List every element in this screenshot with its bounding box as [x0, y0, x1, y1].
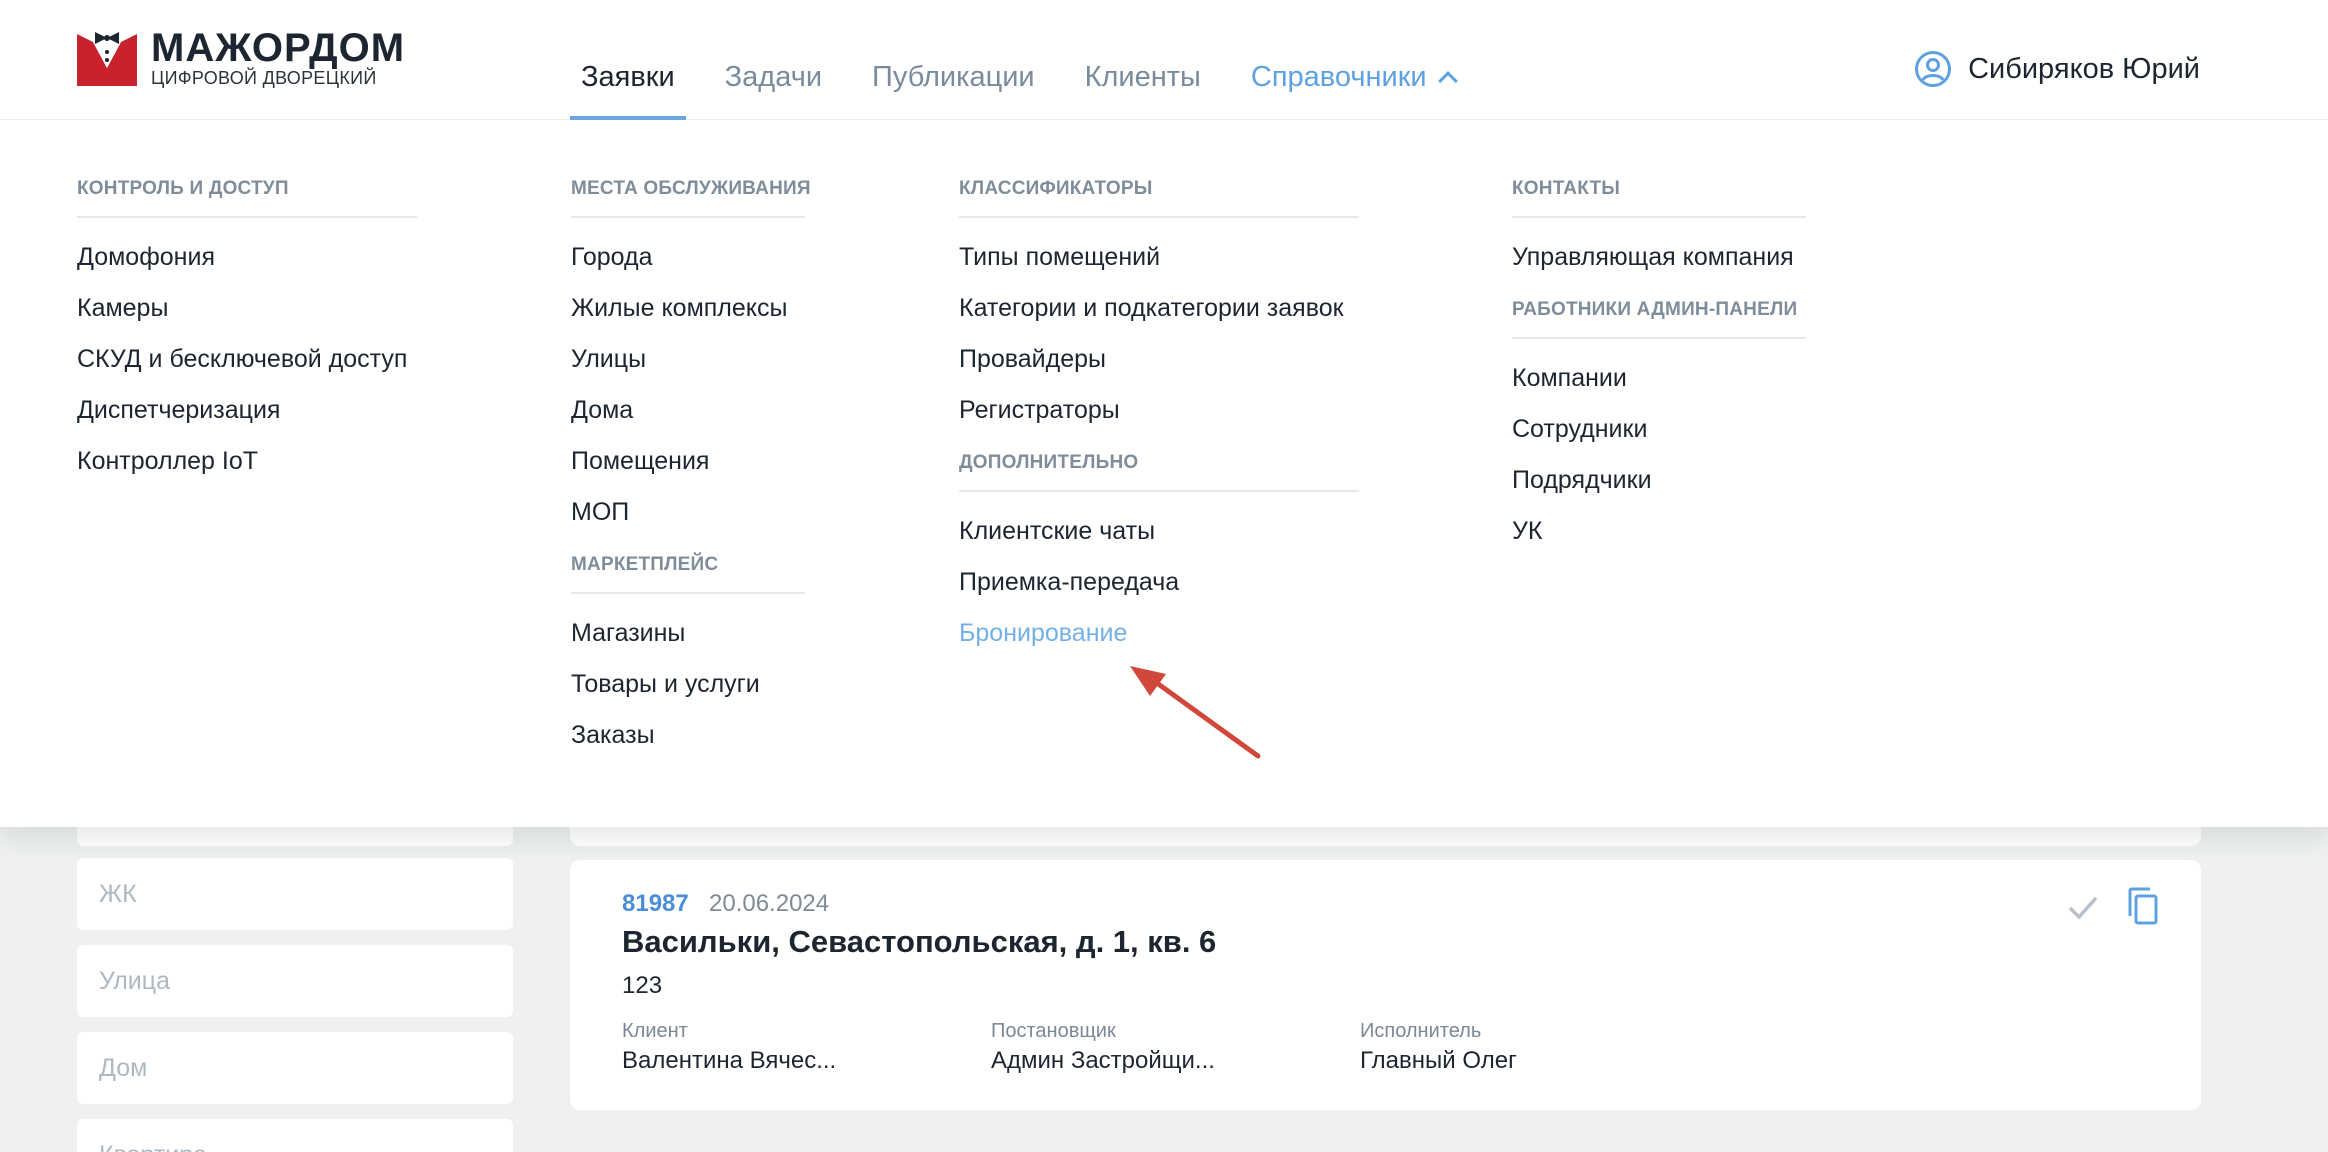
tab-requests[interactable]: Заявки: [570, 0, 686, 120]
section-title-classifiers: КЛАССИФИКАТОРЫ: [959, 178, 1359, 218]
request-number[interactable]: 81987: [622, 890, 689, 918]
menu-item-booking[interactable]: Бронирование: [959, 608, 1359, 659]
menu-column-control-access: КОНТРОЛЬ И ДОСТУП Домофония Камеры СКУД …: [77, 178, 417, 487]
tab-tasks[interactable]: Задачи: [714, 0, 833, 120]
street-filter[interactable]: [77, 945, 513, 1017]
creator-field: Постановщик Админ Застройщи...: [991, 1020, 1215, 1075]
tab-publications[interactable]: Публикации: [861, 0, 1046, 120]
complex-input[interactable]: [99, 858, 513, 930]
client-label: Клиент: [622, 1020, 688, 1042]
annotation-arrow-icon: [1130, 666, 1261, 759]
menu-item-request-categories[interactable]: Категории и подкатегории заявок: [959, 283, 1359, 334]
menu-item-contractors[interactable]: Подрядчики: [1512, 455, 1806, 506]
menu-item-premises[interactable]: Помещения: [571, 436, 805, 487]
logo-subtitle: ЦИФРОВОЙ ДВОРЕЦКИЙ: [151, 68, 377, 88]
creator-value: Админ Застройщи...: [991, 1047, 1215, 1074]
menu-item-shops[interactable]: Магазины: [571, 608, 805, 659]
menu-item-houses[interactable]: Дома: [571, 385, 805, 436]
menu-column-contacts: КОНТАКТЫ Управляющая компания РАБОТНИКИ …: [1512, 178, 1806, 557]
house-filter[interactable]: [77, 1032, 513, 1104]
client-value: Валентина Вячес...: [622, 1047, 837, 1074]
user-circle-icon: [1915, 51, 1952, 87]
menu-item-companies[interactable]: Компании: [1512, 353, 1806, 404]
menu-item-intercom[interactable]: Домофония: [77, 232, 417, 283]
copy-icon[interactable]: [2126, 886, 2160, 926]
executor-label: Исполнитель: [1360, 1020, 1482, 1042]
street-input[interactable]: [99, 945, 513, 1017]
section-title-contacts: КОНТАКТЫ: [1512, 178, 1806, 218]
menu-item-acceptance-transfer[interactable]: Приемка-передача: [959, 557, 1359, 608]
menu-item-management-company[interactable]: Управляющая компания: [1512, 232, 1806, 283]
user-name: Сибиряков Юрий: [1968, 52, 2200, 85]
menu-item-iot-controller[interactable]: Контроллер IoT: [77, 436, 417, 487]
check-icon[interactable]: [2066, 890, 2100, 924]
menu-item-cities[interactable]: Города: [571, 232, 805, 283]
client-field: Клиент Валентина Вячес...: [622, 1020, 836, 1075]
butler-logo-icon: [77, 32, 137, 86]
menu-item-uk[interactable]: УК: [1512, 506, 1806, 557]
logo-title: МАЖОРДОМ: [151, 26, 406, 70]
creator-label: Постановщик: [991, 1020, 1116, 1042]
section-title-admin-staff: РАБОТНИКИ АДМИН-ПАНЕЛИ: [1512, 299, 1806, 339]
section-title-control-access: КОНТРОЛЬ И ДОСТУП: [77, 178, 417, 218]
app-header: МАЖОРДОМ ЦИФРОВОЙ ДВОРЕЦКИЙ Заявки Задач…: [0, 0, 2328, 120]
menu-item-access-control[interactable]: СКУД и бесключевой доступ: [77, 334, 417, 385]
menu-item-streets[interactable]: Улицы: [571, 334, 805, 385]
menu-column-service-places: МЕСТА ОБСЛУЖИВАНИЯ Города Жилые комплекс…: [571, 178, 811, 761]
menu-item-registrars[interactable]: Регистраторы: [959, 385, 1359, 436]
flat-filter[interactable]: [77, 1119, 513, 1152]
menu-item-residential-complexes[interactable]: Жилые комплексы: [571, 283, 805, 334]
complex-filter[interactable]: [77, 858, 513, 930]
main-nav: Заявки Задачи Публикации Клиенты Справоч…: [570, 0, 1494, 120]
tab-directories-label: Справочники: [1250, 61, 1427, 93]
menu-item-cameras[interactable]: Камеры: [77, 283, 417, 334]
logo[interactable]: МАЖОРДОМ ЦИФРОВОЙ ДВОРЕЦКИЙ: [77, 28, 405, 88]
executor-field: Исполнитель Главный Олег: [1360, 1020, 1517, 1075]
menu-item-employees[interactable]: Сотрудники: [1512, 404, 1806, 455]
menu-item-client-chats[interactable]: Клиентские чаты: [959, 506, 1359, 557]
menu-item-dispatching[interactable]: Диспетчеризация: [77, 385, 417, 436]
request-date: 20.06.2024: [709, 890, 830, 917]
house-input[interactable]: [99, 1032, 513, 1104]
section-title-marketplace: МАРКЕТПЛЕЙС: [571, 554, 805, 594]
user-menu[interactable]: Сибиряков Юрий: [1914, 50, 2200, 88]
chevron-up-icon: [1437, 71, 1458, 91]
section-title-service-places: МЕСТА ОБСЛУЖИВАНИЯ: [571, 178, 811, 218]
menu-item-orders[interactable]: Заказы: [571, 710, 805, 761]
flat-input[interactable]: [99, 1119, 513, 1152]
request-description: 123: [622, 972, 663, 999]
menu-item-providers[interactable]: Провайдеры: [959, 334, 1359, 385]
section-title-additional: ДОПОЛНИТЕЛЬНО: [959, 452, 1359, 492]
menu-column-classifiers: КЛАССИФИКАТОРЫ Типы помещений Категории …: [959, 178, 1359, 659]
executor-value: Главный Олег: [1360, 1047, 1517, 1074]
tab-clients[interactable]: Клиенты: [1074, 0, 1212, 120]
menu-item-goods-services[interactable]: Товары и услуги: [571, 659, 805, 710]
request-card[interactable]: 81987 20.06.2024 Васильки, Севастопольск…: [570, 860, 2201, 1110]
tab-directories[interactable]: Справочники: [1240, 0, 1466, 120]
request-address: Васильки, Севастопольская, д. 1, кв. 6: [622, 924, 1217, 959]
menu-item-premise-types[interactable]: Типы помещений: [959, 232, 1359, 283]
menu-item-common-areas[interactable]: МОП: [571, 487, 805, 538]
